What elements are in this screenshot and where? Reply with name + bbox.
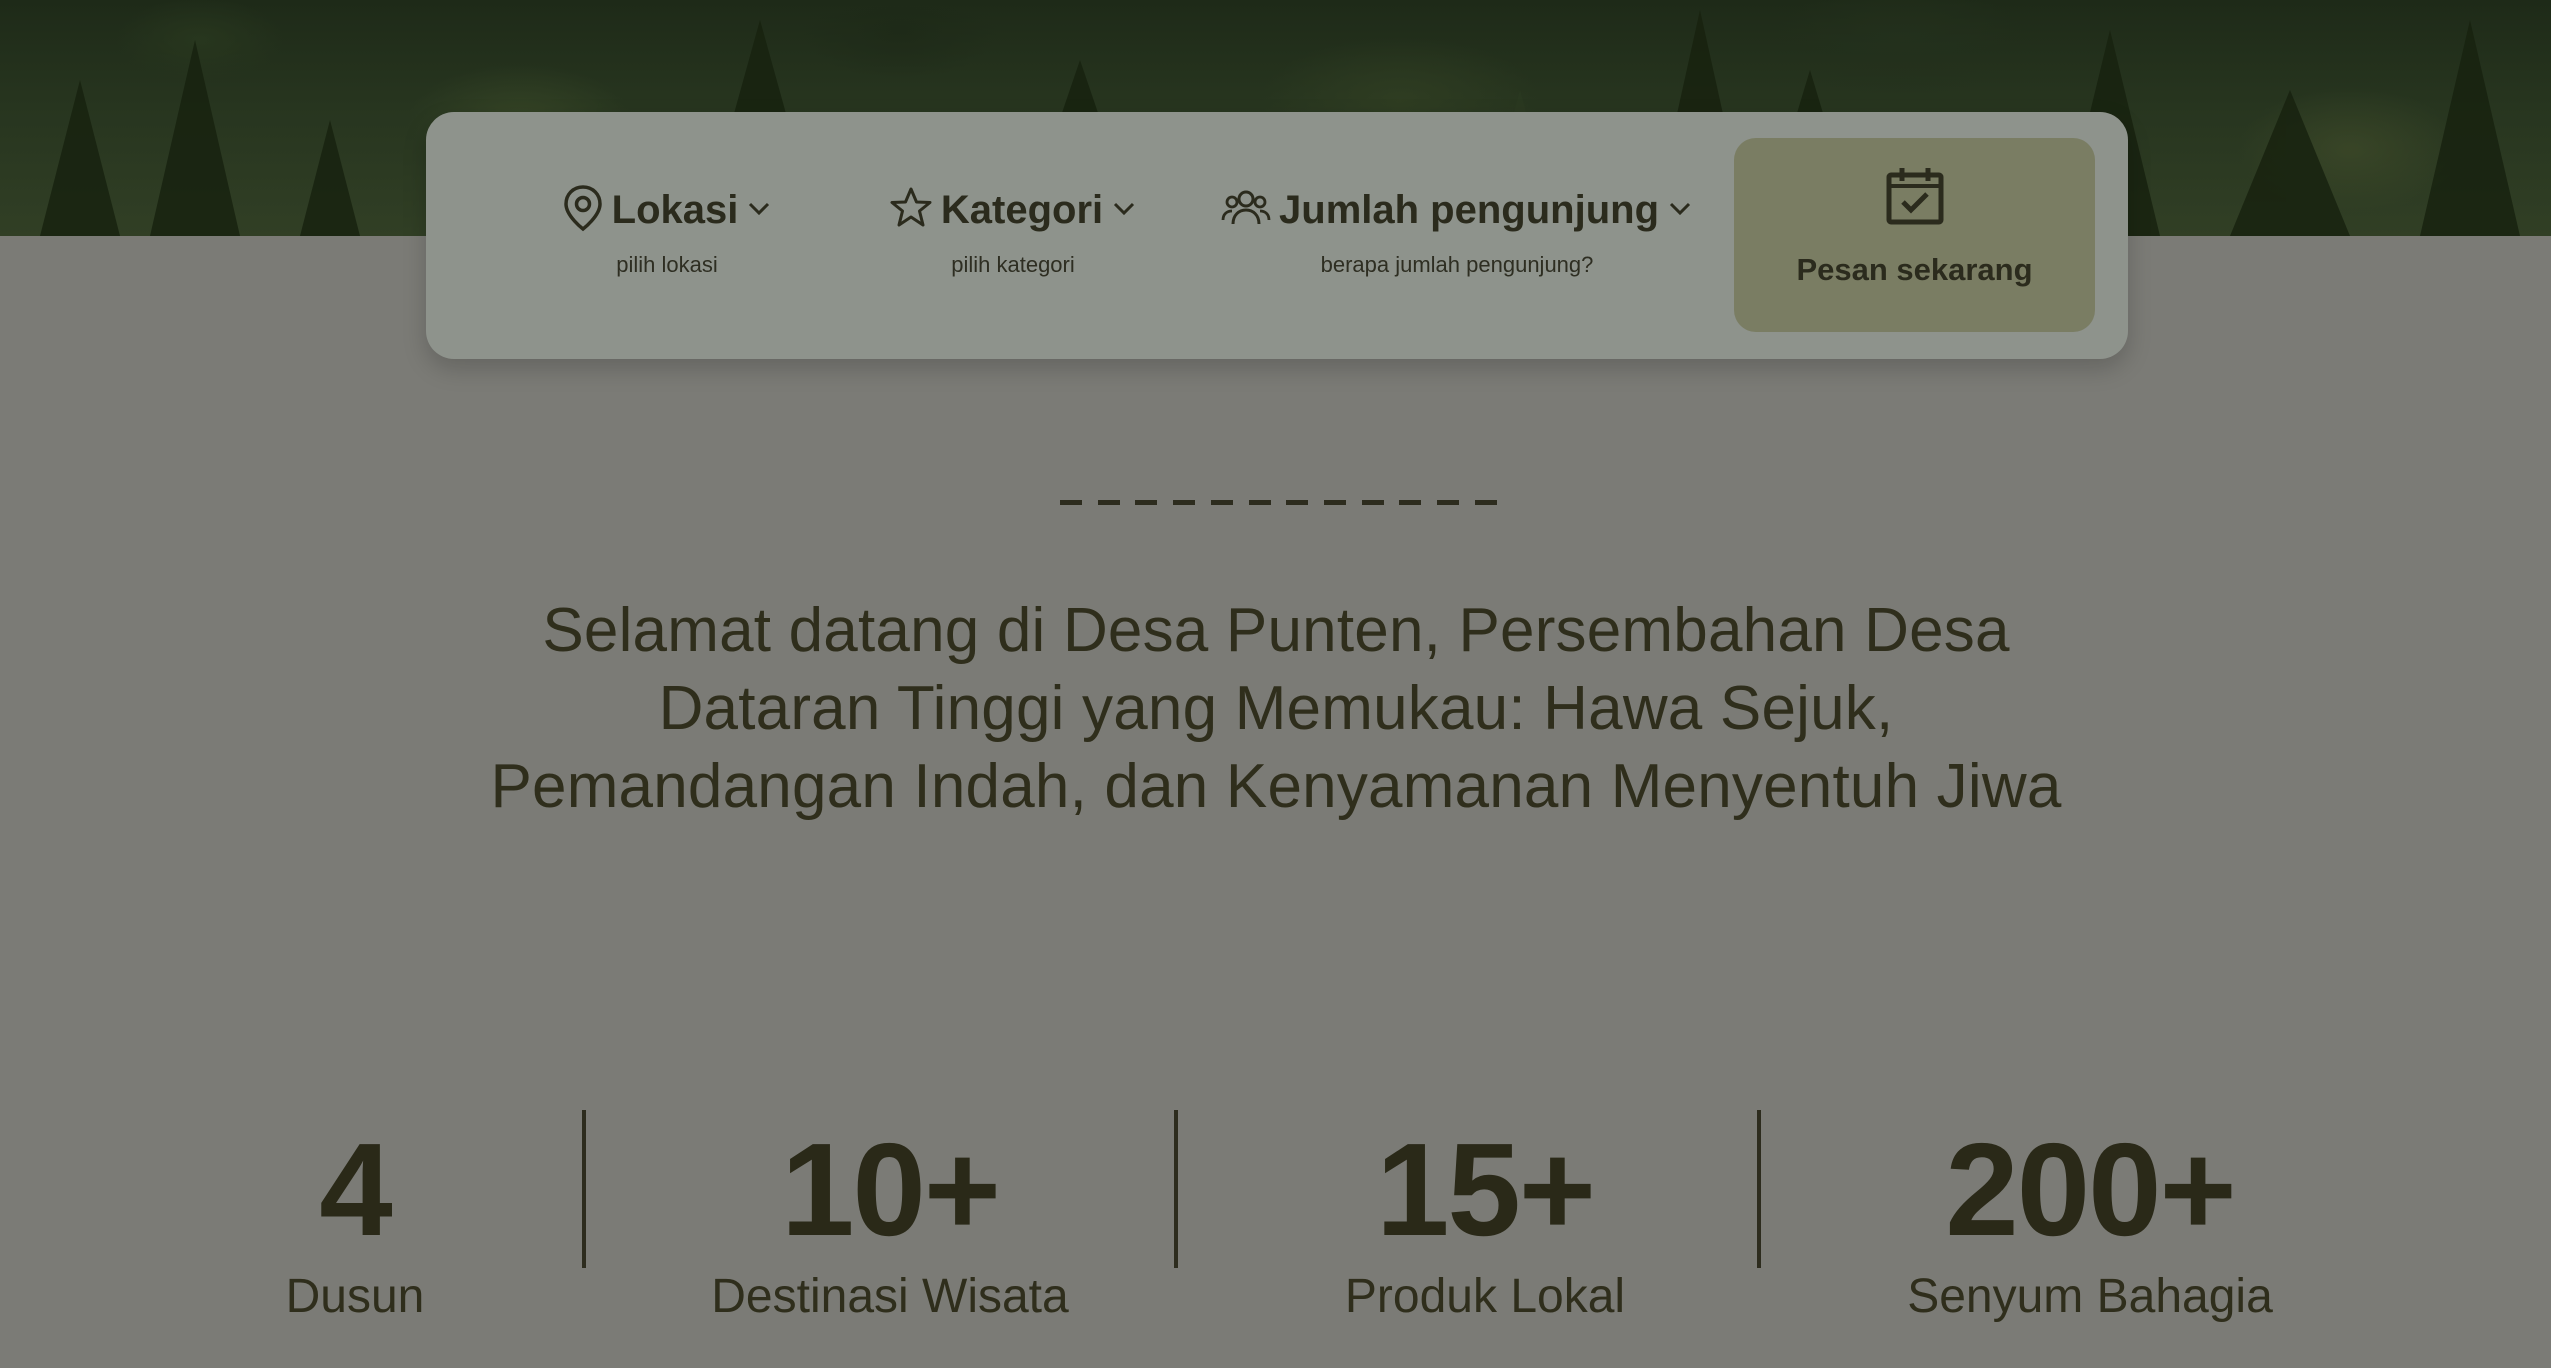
stat-divider xyxy=(1174,1110,1178,1268)
headline-line: Selamat datang di Desa Punten, Persembah… xyxy=(542,596,2010,665)
stat-label: Destinasi Wisata xyxy=(711,1270,1069,1323)
stat-label: Produk Lokal xyxy=(1344,1270,1626,1323)
stat-senyum-bahagia: 200+ Senyum Bahagia xyxy=(1880,1115,2300,1325)
category-filter[interactable]: Kategori pilih kategori xyxy=(868,182,1158,278)
book-now-label: Pesan sekarang xyxy=(1796,252,2033,287)
location-filter[interactable]: Lokasi pilih lokasi xyxy=(552,182,782,278)
visitor-count-filter-hint: berapa jumlah pengunjung? xyxy=(1320,252,1594,277)
chevron-down-icon xyxy=(1111,198,1137,222)
stat-produk-lokal: 15+ Produk Lokal xyxy=(1285,1115,1685,1325)
stat-divider xyxy=(1757,1110,1761,1268)
users-icon xyxy=(1221,186,1271,234)
location-filter-hint: pilih lokasi xyxy=(616,252,718,277)
location-filter-head[interactable]: Lokasi xyxy=(562,182,773,238)
chevron-down-icon xyxy=(1667,198,1693,222)
visitor-count-filter-head[interactable]: Jumlah pengunjung xyxy=(1221,182,1693,238)
book-now-button[interactable]: Pesan sekarang xyxy=(1734,138,2095,332)
headline-line: Dataran Tinggi yang Memukau: Hawa Sejuk, xyxy=(658,674,1894,743)
location-pin-icon xyxy=(562,184,604,236)
visitor-count-filter-label: Jumlah pengunjung xyxy=(1279,187,1659,232)
stat-destinasi-wisata: 10+ Destinasi Wisata xyxy=(680,1115,1100,1325)
category-filter-hint: pilih kategori xyxy=(951,252,1075,277)
category-filter-label: Kategori xyxy=(940,187,1104,232)
chevron-down-icon xyxy=(746,198,772,222)
stat-label: Senyum Bahagia xyxy=(1907,1270,2273,1323)
calendar-check-icon xyxy=(1885,166,1945,230)
visitor-count-filter[interactable]: Jumlah pengunjung berapa jumlah pengunju… xyxy=(1221,182,1691,278)
stat-label: Dusun xyxy=(285,1270,425,1323)
location-filter-label: Lokasi xyxy=(611,187,739,232)
category-filter-head[interactable]: Kategori xyxy=(889,182,1137,238)
booking-bar: Lokasi pilih lokasi Kategori pilih kateg… xyxy=(426,112,2128,359)
stat-dusun: 4 Dusun xyxy=(230,1115,480,1325)
welcome-headline: Selamat datang di Desa Punten, Persembah… xyxy=(400,592,2152,826)
stat-divider xyxy=(582,1110,586,1268)
stat-value: 4 xyxy=(319,1116,392,1263)
dashed-divider xyxy=(1060,500,1497,506)
star-icon xyxy=(889,186,933,234)
headline-line: Pemandangan Indah, dan Kenyamanan Menyen… xyxy=(490,752,2062,821)
stat-value: 200+ xyxy=(1945,1116,2236,1263)
stat-value: 15+ xyxy=(1376,1116,1596,1263)
stat-value: 10+ xyxy=(781,1116,1001,1263)
